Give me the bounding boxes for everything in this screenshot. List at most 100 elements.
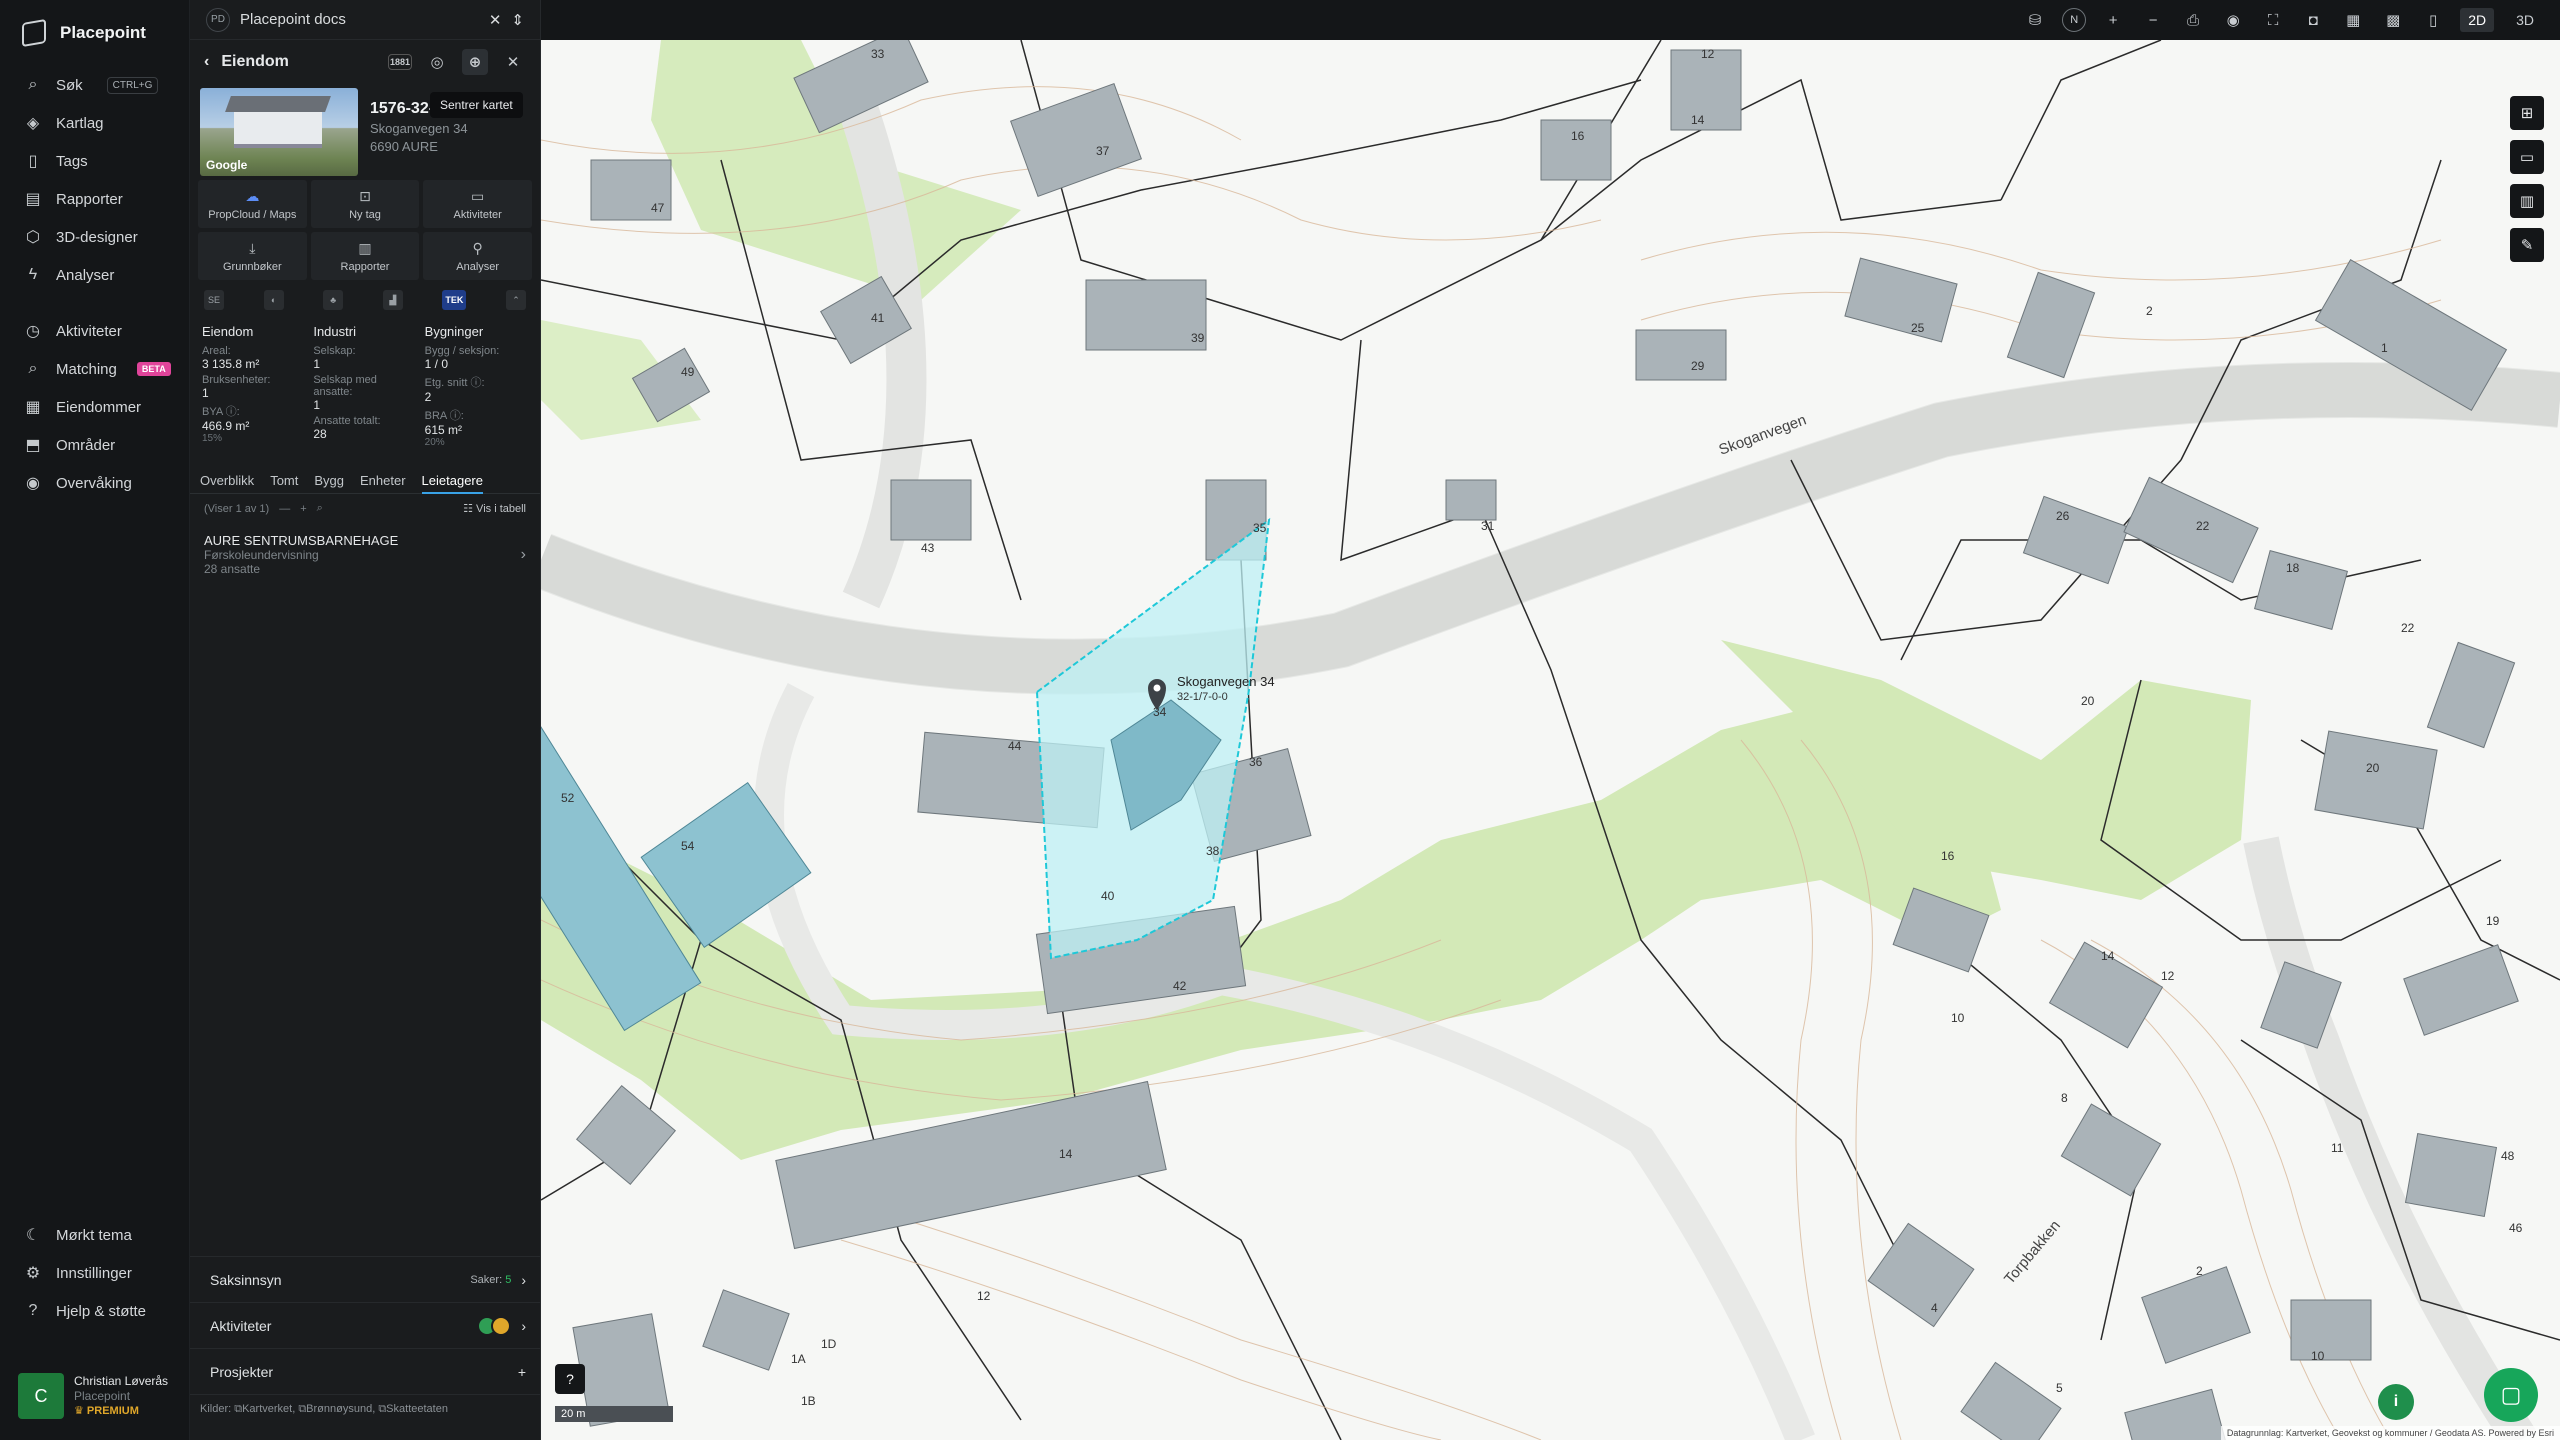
back-icon[interactable]: ‹	[204, 53, 209, 71]
nav-item-label: Hjelp & støtte	[56, 1302, 147, 1320]
section-prosjekter[interactable]: Prosjekter +	[190, 1348, 540, 1394]
nav-item-eiendommer[interactable]: ▦ Eiendommer	[0, 388, 189, 426]
close-icon[interactable]: ✕	[489, 11, 502, 29]
stat-value: 2	[424, 390, 432, 404]
show-table-link[interactable]: ☷ Vis i tabell	[463, 502, 526, 515]
ruler-icon[interactable]: ▭	[2510, 140, 2544, 174]
activities-button[interactable]: ▭ Aktiviteter	[423, 180, 532, 228]
north-compass-icon[interactable]: N	[2062, 8, 2087, 32]
action-label: PropCloud / Maps	[208, 208, 297, 221]
stat-heading: Bygninger	[424, 324, 484, 339]
grid-icon[interactable]: ▦	[2340, 7, 2366, 33]
eye-icon[interactable]: ◎	[424, 49, 450, 75]
nav-item-analyser[interactable]: ϟ Analyser	[0, 256, 189, 294]
doc-badge: PD	[206, 7, 230, 32]
source-bars-icon[interactable]: ▟	[382, 290, 403, 310]
measure-area-icon[interactable]: ⊞	[2510, 96, 2544, 130]
tab-overblikk[interactable]: Overblikk	[200, 473, 254, 488]
nav-item-matching[interactable]: ⌕ Matching BETA	[0, 350, 189, 388]
nav-item-overvaking[interactable]: ◉ Overvåking	[0, 464, 189, 502]
nav-item-rapporter[interactable]: ▤ Rapporter	[0, 180, 189, 218]
nav-item-aktiviteter[interactable]: ◷ Aktiviteter	[0, 312, 189, 350]
house-number: 20	[2366, 761, 2380, 775]
map-canvas[interactable]: Skoganvegen 34 32-1/7-0-0 Skoganvegen To…	[541, 40, 2560, 1440]
source-se-icon[interactable]: SE	[204, 290, 224, 310]
premium-badge: ♛ PREMIUM	[74, 1404, 168, 1419]
stat-value: 1	[202, 386, 209, 400]
doc-bar: PD Placepoint docs ✕ ⇕	[190, 0, 540, 40]
center-map-button[interactable]: ⊕	[462, 49, 488, 75]
chat-button[interactable]: ▢	[2484, 1368, 2538, 1422]
tab-enheter[interactable]: Enheter	[360, 473, 406, 488]
list-item[interactable]: AURE SENTRUMSBARNEHAGE Førskoleundervisn…	[190, 523, 540, 586]
house-image	[234, 110, 322, 148]
fullscreen-icon[interactable]: ⛶	[2260, 7, 2286, 33]
doc-title[interactable]: Placepoint docs	[240, 11, 346, 28]
source-globe-icon[interactable]: ◐	[263, 290, 284, 310]
section-aktiviteter[interactable]: Aktiviteter ›	[190, 1302, 540, 1348]
chart-icon[interactable]: ▥	[2510, 184, 2544, 218]
camera-icon[interactable]: ◘	[2300, 7, 2326, 33]
nav-item-label: Innstillinger	[56, 1264, 132, 1282]
new-tag-button[interactable]: ⊡ Ny tag	[310, 180, 420, 228]
analyses-button[interactable]: ⚲ Analyser	[423, 232, 532, 280]
grunnboker-button[interactable]: ⤓ Grunnbøker	[198, 232, 307, 280]
action-grid: ☁ PropCloud / Maps ⊡ Ny tag ▭ Aktiviteter ⤓…	[190, 180, 540, 280]
1881-button[interactable]: 1881	[388, 54, 412, 70]
add-icon[interactable]: +	[518, 1364, 526, 1380]
nav-item-settings[interactable]: ⚙ Innstillinger	[0, 1254, 189, 1292]
draw-icon[interactable]: ✎	[2510, 228, 2544, 262]
mode-3d-button[interactable]: 3D	[2508, 8, 2542, 32]
panel-header: ‹ Eiendom 1881 ◎ ⊕ ✕	[190, 40, 540, 84]
tab-tomt[interactable]: Tomt	[270, 473, 298, 488]
nav-item-help[interactable]: ? Hjelp & støtte	[0, 1292, 189, 1330]
help-icon: ?	[28, 1302, 38, 1319]
layers-stack-icon[interactable]: ⛁	[2022, 7, 2048, 33]
premium-label: PREMIUM	[86, 1404, 139, 1417]
zoom-in-icon[interactable]: +	[2100, 7, 2126, 33]
close-panel-icon[interactable]: ✕	[500, 49, 526, 75]
propcloud-button[interactable]: ☁ PropCloud / Maps	[198, 180, 307, 228]
source-tree-icon[interactable]: ♣	[323, 290, 344, 310]
house-number: 22	[2196, 519, 2210, 533]
user-profile[interactable]: C Christian Løverås Placepoint ♛ PREMIUM	[18, 1368, 178, 1424]
nav-item-tags[interactable]: ▯ Tags	[0, 142, 189, 180]
eye-icon[interactable]: ◉	[2220, 7, 2246, 33]
add-icon[interactable]: +	[300, 503, 306, 515]
section-saksinnsyn[interactable]: Saksinnsyn Saker: 5 ›	[190, 1256, 540, 1302]
house-number: 2	[2196, 1264, 2203, 1278]
tab-leietagere[interactable]: Leietagere	[421, 473, 483, 494]
house-number: 46	[2509, 1221, 2523, 1235]
zoom-out-icon[interactable]: −	[2140, 7, 2166, 33]
map-help-button[interactable]: ?	[555, 1364, 585, 1394]
expand-icon[interactable]: ⇕	[511, 11, 524, 29]
marker-label: Skoganvegen 34	[1177, 674, 1275, 689]
nav-item-kartlag[interactable]: ◈ Kartlag	[0, 104, 189, 142]
tab-bygg[interactable]: Bygg	[314, 473, 344, 488]
bookmark-icon[interactable]: ▯	[2420, 7, 2446, 33]
house-number: 25	[1911, 321, 1925, 335]
nav-item-dark-theme[interactable]: ☾ Mørkt tema	[0, 1216, 189, 1254]
source-tek-icon[interactable]: TEK	[442, 290, 467, 310]
nav-item-3d-designer[interactable]: ⬡ 3D-designer	[0, 218, 189, 256]
qr-icon[interactable]: ▩	[2380, 7, 2406, 33]
nav-item-omrader[interactable]: ⬒ Områder	[0, 426, 189, 464]
house-number: 35	[1253, 521, 1267, 535]
street-view-photo[interactable]: Google	[200, 88, 358, 176]
action-label: Grunnbøker	[222, 260, 282, 273]
house-number: 54	[681, 839, 695, 853]
search-icon[interactable]: ⌕	[317, 502, 323, 515]
collapse-icon[interactable]: —	[279, 503, 290, 515]
house-number: 26	[2056, 509, 2070, 523]
nav-item-label: Analyser	[56, 266, 115, 284]
print-icon[interactable]: ⎙	[2180, 7, 2206, 33]
reports-button[interactable]: ▥ Rapporter	[310, 232, 420, 280]
mode-2d-button[interactable]: 2D	[2460, 8, 2495, 32]
brand[interactable]: Placepoint	[0, 0, 189, 66]
source-more-icon[interactable]: ⌃	[505, 290, 526, 310]
tooltip: Sentrer kartet	[430, 92, 523, 118]
cloud-icon: ☁	[245, 187, 260, 204]
info-button[interactable]: i	[2378, 1384, 2414, 1420]
nav-item-sok[interactable]: ⌕ Søk CTRL+G	[0, 66, 189, 104]
monitor-icon: ◉	[26, 475, 40, 492]
